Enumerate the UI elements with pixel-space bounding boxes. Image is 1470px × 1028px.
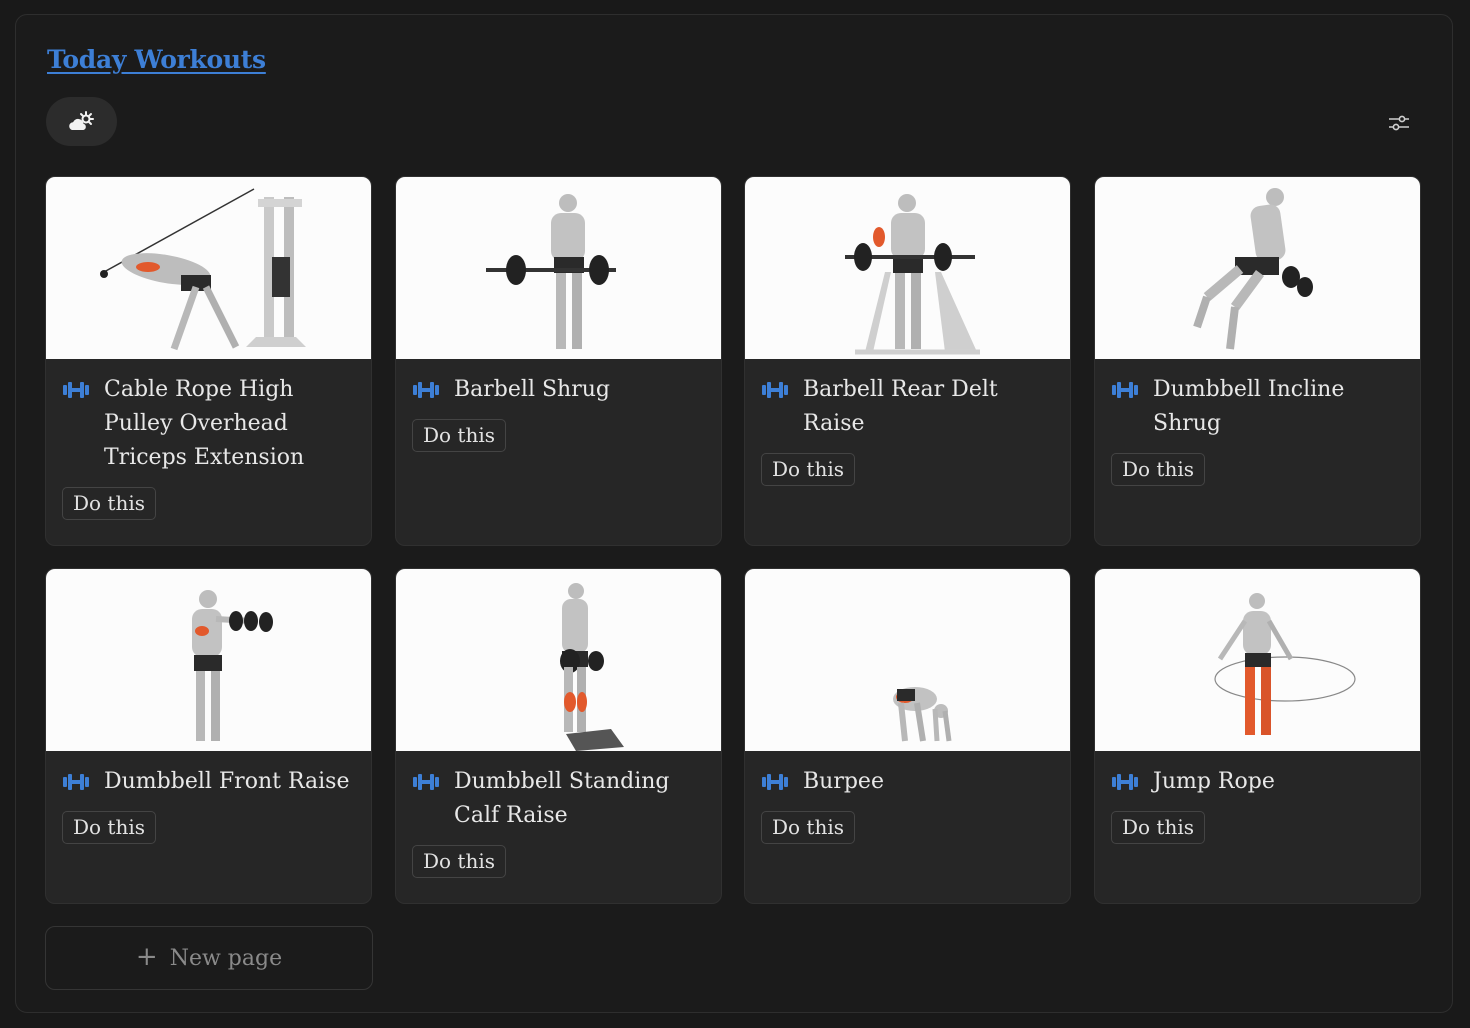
do-this-button[interactable]: Do this <box>412 419 507 452</box>
workout-name[interactable]: Dumbbell Incline Shrug <box>1153 373 1404 441</box>
workout-name[interactable]: Barbell Shrug <box>454 373 610 407</box>
workout-name[interactable]: Jump Rope <box>1153 765 1275 799</box>
exercise-illustration <box>46 569 371 751</box>
do-this-button[interactable]: Do this <box>62 487 157 520</box>
new-page-button[interactable]: + New page <box>45 926 373 990</box>
do-this-button[interactable]: Do this <box>412 845 507 878</box>
page-title[interactable]: Today Workouts <box>47 45 266 74</box>
do-this-button[interactable]: Do this <box>62 811 157 844</box>
workout-card[interactable]: Burpee Do this <box>744 568 1071 904</box>
do-this-button[interactable]: Do this <box>1111 453 1206 486</box>
dumbbell-icon <box>413 382 439 398</box>
workout-card[interactable]: Dumbbell Standing Calf Raise Do this <box>395 568 722 904</box>
workout-card[interactable]: Jump Rope Do this <box>1094 568 1421 904</box>
workout-card[interactable]: Cable Rope High Pulley Overhead Triceps … <box>45 176 372 546</box>
weather-sun-cloud-icon <box>68 110 94 130</box>
dumbbell-icon <box>762 774 788 790</box>
plus-icon: + <box>135 941 158 972</box>
workout-name[interactable]: Barbell Rear Delt Raise <box>803 373 1054 441</box>
exercise-illustration <box>745 177 1070 359</box>
gallery-view-tab[interactable] <box>46 97 117 146</box>
exercise-illustration <box>745 569 1070 751</box>
workout-name[interactable]: Cable Rope High Pulley Overhead Triceps … <box>104 373 355 475</box>
workout-card[interactable]: Barbell Rear Delt Raise Do this <box>744 176 1071 546</box>
filter-button[interactable] <box>1386 110 1412 136</box>
dumbbell-icon <box>63 774 89 790</box>
dumbbell-icon <box>63 382 89 398</box>
exercise-illustration <box>46 177 371 359</box>
workout-card[interactable]: Barbell Shrug Do this <box>395 176 722 546</box>
dumbbell-icon <box>762 382 788 398</box>
do-this-button[interactable]: Do this <box>1111 811 1206 844</box>
exercise-illustration <box>1095 569 1420 751</box>
new-page-label: New page <box>169 945 283 971</box>
workout-name[interactable]: Dumbbell Standing Calf Raise <box>454 765 705 833</box>
exercise-illustration <box>396 569 721 751</box>
do-this-button[interactable]: Do this <box>761 811 856 844</box>
dumbbell-icon <box>1112 382 1138 398</box>
sliders-icon <box>1389 115 1409 131</box>
workout-name[interactable]: Burpee <box>803 765 884 799</box>
workout-card[interactable]: Dumbbell Front Raise Do this <box>45 568 372 904</box>
workout-card[interactable]: Dumbbell Incline Shrug Do this <box>1094 176 1421 546</box>
exercise-illustration <box>1095 177 1420 359</box>
dumbbell-icon <box>413 774 439 790</box>
do-this-button[interactable]: Do this <box>761 453 856 486</box>
dumbbell-icon <box>1112 774 1138 790</box>
workout-name[interactable]: Dumbbell Front Raise <box>104 765 349 799</box>
exercise-illustration <box>396 177 721 359</box>
